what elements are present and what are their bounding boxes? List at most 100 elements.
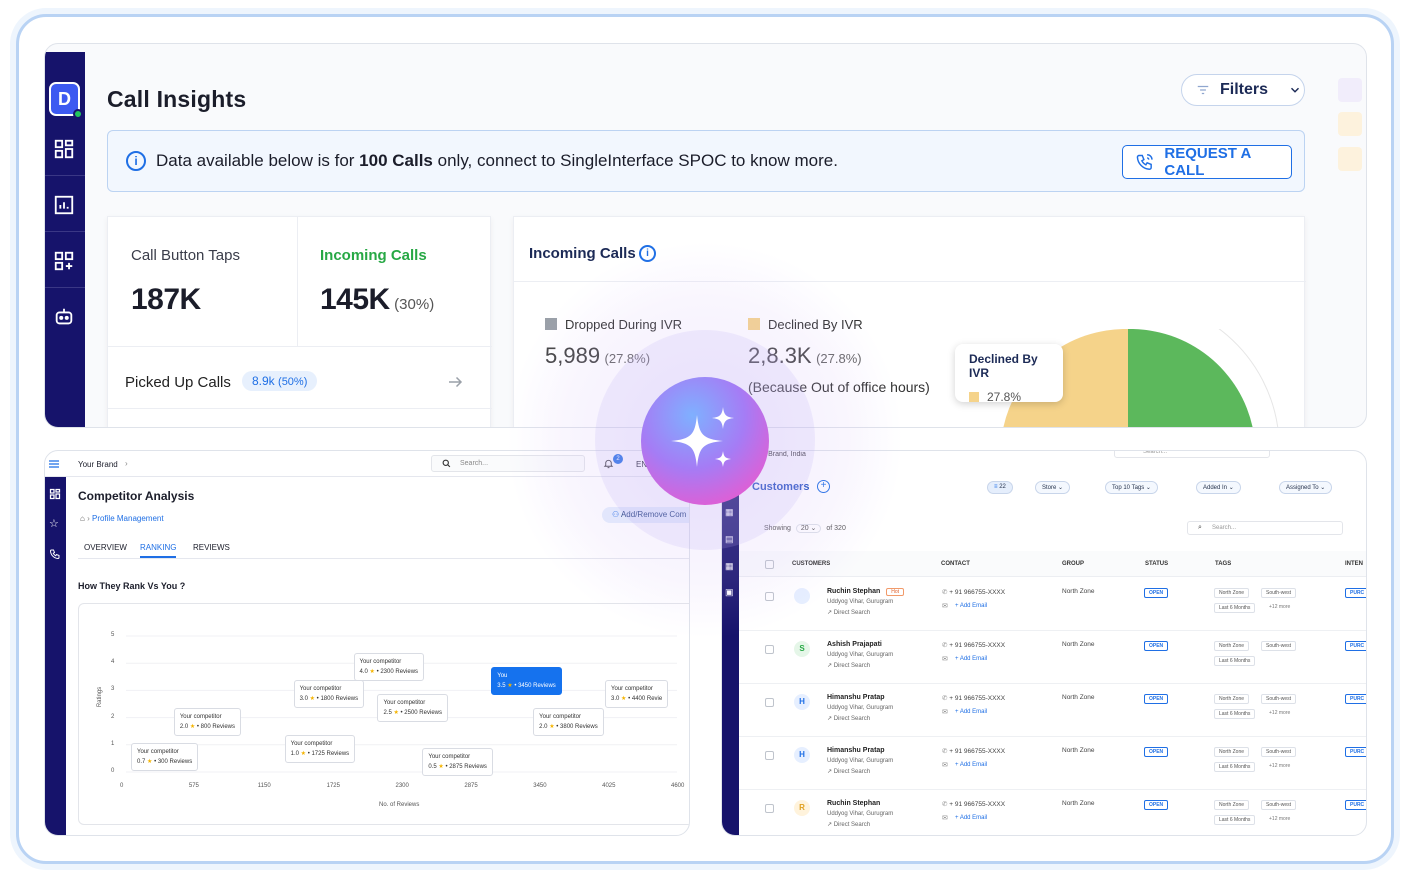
customer-name[interactable]: Himanshu Pratap: [827, 694, 885, 701]
tag-chip: South-west: [1261, 694, 1297, 704]
competitor-point[interactable]: Your competitor 2.5 ★ • 2500 Reviews: [377, 694, 448, 722]
point-rating: 2.5: [383, 710, 392, 716]
customer-name[interactable]: Ruchin Stephan: [827, 800, 880, 807]
column-tags[interactable]: TAGS: [1215, 561, 1231, 567]
workspace-avatar[interactable]: D: [49, 82, 83, 119]
table-row[interactable]: S Ashish Prajapati Uddyog Vihar, Gurugram ↗…: [739, 631, 1366, 684]
competitor-point[interactable]: Your competitor 0.7 ★ • 300 Reviews: [131, 742, 199, 771]
add-email-link[interactable]: + Add Email: [955, 603, 987, 609]
intent-badge: PURC: [1345, 588, 1366, 598]
report-icon[interactable]: [53, 194, 77, 218]
home-icon[interactable]: ⌂: [80, 514, 85, 523]
table-search-input[interactable]: ⌕ Search...: [1187, 521, 1343, 535]
add-email-link[interactable]: + Add Email: [955, 762, 987, 768]
assigned-to-filter[interactable]: Assigned To ⌄: [1279, 481, 1333, 494]
tab-ranking[interactable]: RANKING: [140, 543, 177, 558]
row-checkbox[interactable]: [765, 804, 774, 813]
request-call-button[interactable]: REQUEST A CALL: [1122, 145, 1292, 179]
legend-swatch: [748, 318, 760, 330]
competitor-point[interactable]: Your competitor 0.5 ★ • 2875 Reviews: [422, 748, 493, 777]
hamburger-icon[interactable]: [49, 460, 59, 468]
competitor-point[interactable]: Your competitor 4.0 ★ • 2300 Reviews: [353, 653, 425, 682]
column-customers[interactable]: CUSTOMERS: [792, 561, 830, 567]
more-tags[interactable]: +12 more: [1269, 816, 1290, 822]
status-badge[interactable]: OPEN: [1144, 800, 1169, 810]
report-icon[interactable]: ▤: [725, 534, 734, 545]
bot-icon[interactable]: ▣: [725, 587, 734, 598]
add-remove-competitor-button[interactable]: ⚇ Add/Remove Com: [602, 507, 689, 523]
competitor-point[interactable]: Your competitor 3.0 ★ • 4400 Revie: [605, 680, 669, 709]
you-point[interactable]: You 3.5 ★ • 3450 Reviews: [491, 666, 562, 695]
column-group[interactable]: GROUP: [1062, 561, 1084, 567]
table-row[interactable]: R Ruchin Stephan Uddyog Vihar, Gurugram ↗ D…: [739, 790, 1366, 835]
tab-overview[interactable]: OVERVIEW: [84, 543, 127, 552]
customer-name[interactable]: Ruchin Stephan: [827, 588, 880, 595]
add-email-link[interactable]: + Add Email: [955, 709, 987, 715]
status-badge[interactable]: OPEN: [1144, 641, 1169, 651]
tags-filter[interactable]: Top 10 Tags ⌄: [1105, 481, 1158, 494]
search-input[interactable]: Search...: [1114, 451, 1270, 458]
dashboard-icon[interactable]: ▦: [725, 507, 734, 518]
more-tags[interactable]: +12 more: [1269, 604, 1290, 610]
row-checkbox[interactable]: [765, 592, 774, 601]
ai-sparkle-button[interactable]: [641, 377, 769, 505]
point-name: Your competitor: [611, 686, 653, 693]
more-tags[interactable]: +12 more: [1269, 710, 1290, 716]
dashboard-icon[interactable]: [49, 488, 61, 500]
column-contact[interactable]: CONTACT: [941, 561, 970, 567]
row-checkbox[interactable]: [765, 645, 774, 654]
swatch: [1338, 147, 1362, 171]
status-badge[interactable]: OPEN: [1144, 588, 1169, 598]
competitor-point[interactable]: Your competitor 2.0 ★ • 800 Reviews: [173, 707, 242, 736]
incoming-calls-tile[interactable]: Incoming Calls 145K (30%): [298, 217, 492, 347]
arrow-right-icon[interactable]: [446, 373, 464, 391]
filters-button[interactable]: Filters: [1181, 74, 1305, 106]
row-checkbox[interactable]: [765, 751, 774, 760]
add-remove-label: Add/Remove Com: [620, 510, 687, 519]
add-email-link[interactable]: + Add Email: [955, 656, 987, 662]
competitor-title: Competitor Analysis: [78, 489, 195, 503]
avatar: R: [794, 800, 810, 816]
competitor-point[interactable]: Your competitor 1.0 ★ • 1725 Reviews: [284, 734, 356, 763]
add-email-link[interactable]: + Add Email: [955, 815, 987, 821]
add-customer-icon[interactable]: +: [817, 480, 830, 493]
customer-name[interactable]: Himanshu Pratap: [827, 747, 885, 754]
store-filter[interactable]: Store ⌄: [1035, 481, 1071, 494]
search-input[interactable]: Search...: [431, 455, 585, 472]
added-in-filter[interactable]: Added In ⌄: [1196, 481, 1241, 494]
column-status[interactable]: STATUS: [1145, 561, 1168, 567]
sparkle-icon: [671, 407, 734, 467]
select-all-checkbox[interactable]: [765, 560, 774, 569]
breadcrumb-link[interactable]: Profile Management: [92, 514, 164, 523]
bot-icon[interactable]: [53, 306, 77, 330]
status-badge[interactable]: OPEN: [1144, 747, 1169, 757]
apps-add-icon[interactable]: [53, 250, 77, 274]
competitor-point[interactable]: Your competitor 2.0 ★ • 3800 Reviews: [533, 707, 604, 736]
tab-reviews[interactable]: REVIEWS: [193, 543, 230, 552]
table-row[interactable]: H Himanshu Pratap Uddyog Vihar, Gurugram ↗ …: [739, 684, 1366, 737]
star-icon[interactable]: ☆: [49, 517, 59, 530]
more-tags[interactable]: +12 more: [1269, 763, 1290, 769]
picked-up-row[interactable]: Picked Up Calls 8.9k (50%): [108, 347, 492, 409]
customer-address: Uddyog Vihar, Gurugram: [827, 652, 894, 658]
star-icon: ★: [189, 723, 196, 730]
point-rating: 0.5: [428, 764, 437, 771]
row-checkbox[interactable]: [765, 698, 774, 707]
picked-up-pct: (50%): [278, 376, 308, 388]
competitor-point[interactable]: Your competitor 3.0 ★ • 1800 Reviews: [293, 680, 365, 709]
table-row[interactable]: H Himanshu Pratap Uddyog Vihar, Gurugram ↗ …: [739, 737, 1366, 790]
table-row[interactable]: Ruchin Stephan Hot Uddyog Vihar, Gurugram…: [739, 578, 1366, 631]
status-badge[interactable]: OPEN: [1144, 694, 1169, 704]
phone-number: + 91 966755-XXXX: [949, 801, 1006, 808]
dashboard-icon[interactable]: [53, 138, 77, 162]
customer-name[interactable]: Ashish Prajapati: [827, 641, 882, 648]
x-tick-label: 2300: [395, 783, 409, 789]
info-icon[interactable]: i: [639, 245, 656, 262]
phone-icon[interactable]: [49, 548, 61, 560]
y-tick-label: 2: [111, 713, 115, 720]
column-intent[interactable]: INTEN: [1345, 561, 1363, 567]
brand-name[interactable]: Your Brand: [78, 460, 118, 469]
filter-count-pill[interactable]: ≡ 22: [987, 481, 1013, 494]
apps-add-icon[interactable]: ▦: [725, 561, 734, 572]
page-size-select[interactable]: 20 ⌄: [795, 524, 822, 533]
